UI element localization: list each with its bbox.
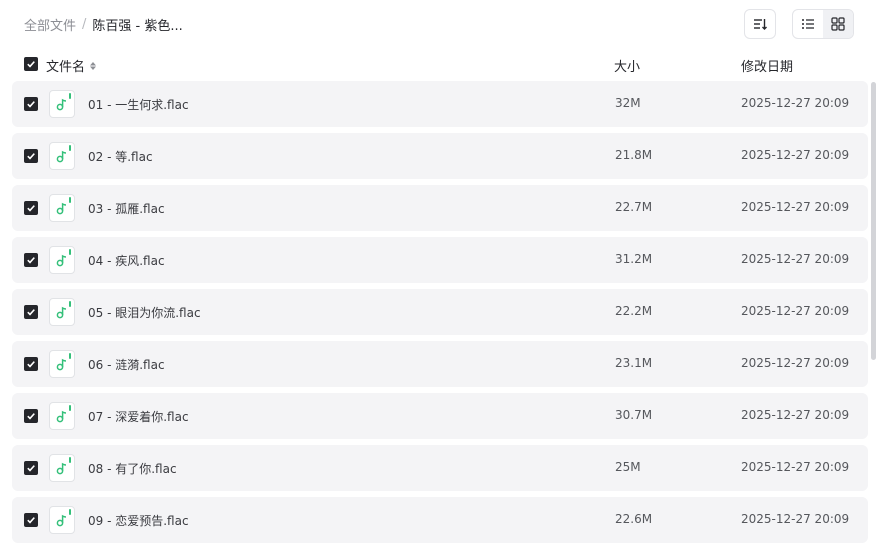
breadcrumb-separator: / — [82, 16, 87, 32]
select-all-checkbox[interactable] — [24, 57, 38, 71]
row-checkbox[interactable] — [24, 409, 38, 423]
row-checkbox[interactable] — [24, 253, 38, 267]
file-modified: 2025-12-27 20:09 — [741, 96, 850, 110]
checkmark-icon — [27, 153, 35, 160]
breadcrumb-root[interactable]: 全部文件 — [24, 15, 76, 34]
list-view-button[interactable] — [793, 10, 823, 38]
file-name[interactable]: 04 - 疾风.flac — [88, 252, 165, 269]
file-row[interactable]: 05 - 眼泪为你流.flac 22.2M 2025-12-27 20:09 — [12, 289, 868, 335]
file-name[interactable]: 08 - 有了你.flac — [88, 460, 177, 477]
file-size: 22.2M — [615, 304, 653, 318]
column-header-name[interactable]: 文件名 — [46, 56, 98, 75]
file-modified: 2025-12-27 20:09 — [741, 148, 850, 162]
column-header-name-label: 文件名 — [46, 60, 86, 75]
checkmark-icon — [27, 413, 35, 420]
music-file-icon — [49, 194, 75, 222]
file-size: 32M — [615, 96, 641, 110]
sort-button[interactable] — [744, 9, 776, 39]
file-name[interactable]: 07 - 深爱着你.flac — [88, 408, 189, 425]
file-name[interactable]: 06 - 涟漪.flac — [88, 356, 165, 373]
list-header: 文件名 大小 修改日期 — [12, 50, 868, 78]
file-row[interactable]: 06 - 涟漪.flac 23.1M 2025-12-27 20:09 — [12, 341, 868, 387]
file-size: 31.2M — [615, 252, 653, 266]
music-file-icon — [49, 350, 75, 378]
file-size: 22.6M — [615, 512, 653, 526]
file-row[interactable]: 03 - 孤雁.flac 22.7M 2025-12-27 20:09 — [12, 185, 868, 231]
file-modified: 2025-12-27 20:09 — [741, 408, 850, 422]
view-toggle — [792, 9, 854, 39]
music-file-icon — [49, 402, 75, 430]
checkmark-icon — [27, 257, 35, 264]
music-file-icon — [49, 506, 75, 534]
music-file-icon — [49, 246, 75, 274]
music-file-icon — [49, 454, 75, 482]
checkmark-icon — [27, 517, 35, 524]
file-size: 22.7M — [615, 200, 653, 214]
checkmark-icon — [27, 205, 35, 212]
checkmark-icon — [27, 61, 35, 68]
file-size: 30.7M — [615, 408, 653, 422]
file-name[interactable]: 03 - 孤雁.flac — [88, 200, 165, 217]
row-checkbox[interactable] — [24, 201, 38, 215]
checkmark-icon — [27, 465, 35, 472]
music-file-icon — [49, 90, 75, 118]
file-name[interactable]: 02 - 等.flac — [88, 148, 153, 165]
file-modified: 2025-12-27 20:09 — [741, 356, 850, 370]
file-modified: 2025-12-27 20:09 — [741, 512, 850, 526]
sort-icon — [754, 19, 767, 30]
grid-view-icon — [831, 17, 845, 31]
grid-view-button[interactable] — [823, 10, 853, 38]
row-checkbox[interactable] — [24, 357, 38, 371]
sort-arrows-icon — [90, 61, 97, 70]
file-size: 25M — [615, 460, 641, 474]
music-file-icon — [49, 298, 75, 326]
row-checkbox[interactable] — [24, 305, 38, 319]
file-size: 23.1M — [615, 356, 653, 370]
row-checkbox[interactable] — [24, 513, 38, 527]
column-header-size[interactable]: 大小 — [614, 56, 640, 75]
music-file-icon — [49, 142, 75, 170]
list-view-icon — [802, 19, 814, 29]
file-row[interactable]: 02 - 等.flac 21.8M 2025-12-27 20:09 — [12, 133, 868, 179]
scrollbar[interactable] — [871, 82, 876, 360]
file-modified: 2025-12-27 20:09 — [741, 304, 850, 318]
file-name[interactable]: 05 - 眼泪为你流.flac — [88, 304, 201, 321]
file-row[interactable]: 08 - 有了你.flac 25M 2025-12-27 20:09 — [12, 445, 868, 491]
file-modified: 2025-12-27 20:09 — [741, 200, 850, 214]
file-modified: 2025-12-27 20:09 — [741, 252, 850, 266]
breadcrumb: 全部文件 / 陈百强 - 紫色... — [24, 14, 183, 34]
file-name[interactable]: 09 - 恋爱预告.flac — [88, 512, 189, 529]
file-row[interactable]: 09 - 恋爱预告.flac 22.6M 2025-12-27 20:09 — [12, 497, 868, 543]
row-checkbox[interactable] — [24, 461, 38, 475]
file-row[interactable]: 04 - 疾风.flac 31.2M 2025-12-27 20:09 — [12, 237, 868, 283]
file-name[interactable]: 01 - 一生何求.flac — [88, 96, 189, 113]
column-header-modified[interactable]: 修改日期 — [741, 56, 793, 75]
row-checkbox[interactable] — [24, 149, 38, 163]
file-row[interactable]: 07 - 深爱着你.flac 30.7M 2025-12-27 20:09 — [12, 393, 868, 439]
file-modified: 2025-12-27 20:09 — [741, 460, 850, 474]
row-checkbox[interactable] — [24, 97, 38, 111]
checkmark-icon — [27, 101, 35, 108]
file-list: 01 - 一生何求.flac 32M 2025-12-27 20:09 02 - 等.… — [12, 81, 868, 549]
checkmark-icon — [27, 309, 35, 316]
breadcrumb-current: 陈百强 - 紫色... — [92, 18, 183, 34]
checkmark-icon — [27, 361, 35, 368]
file-size: 21.8M — [615, 148, 653, 162]
file-row[interactable]: 01 - 一生何求.flac 32M 2025-12-27 20:09 — [12, 81, 868, 127]
